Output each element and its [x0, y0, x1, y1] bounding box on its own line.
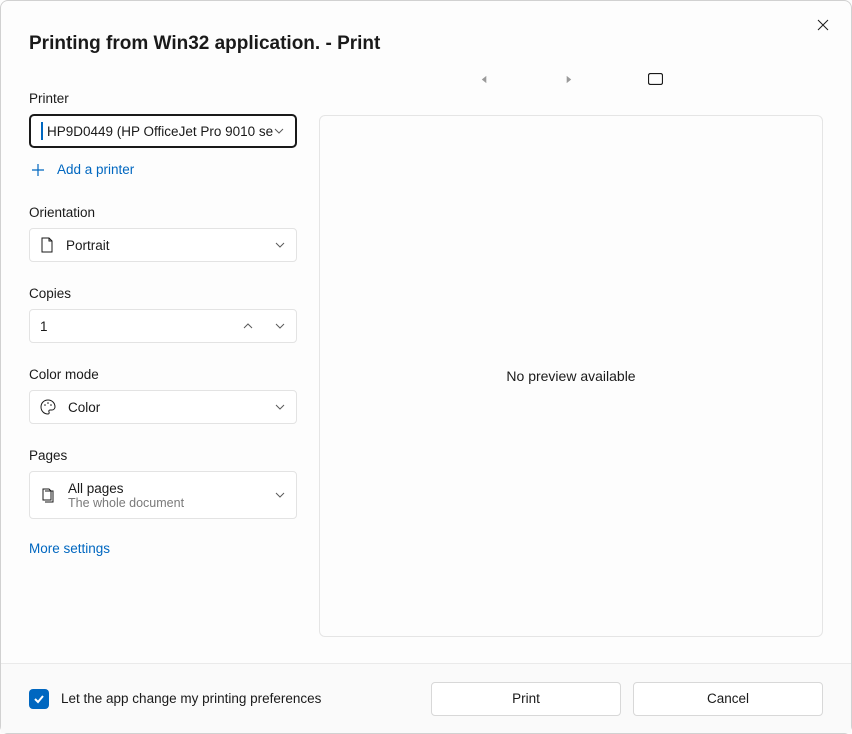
pages-icon	[40, 487, 54, 503]
check-icon	[33, 693, 45, 705]
color-mode-value: Color	[68, 400, 274, 415]
orientation-value: Portrait	[66, 238, 274, 253]
add-printer-label: Add a printer	[57, 162, 134, 177]
copies-value: 1	[40, 319, 242, 334]
print-button[interactable]: Print	[431, 682, 621, 716]
printer-selected-value: HP9D0449 (HP OfficeJet Pro 9010 se	[47, 124, 273, 139]
portrait-icon	[40, 237, 54, 253]
chevron-down-icon	[274, 401, 286, 413]
preview-panel: No preview available	[319, 55, 823, 663]
pages-label: Pages	[29, 448, 297, 463]
preview-next-button[interactable]	[564, 72, 578, 86]
preview-area: No preview available	[319, 115, 823, 637]
copies-label: Copies	[29, 286, 297, 301]
copies-spinner[interactable]: 1	[29, 309, 297, 343]
settings-panel: Printer HP9D0449 (HP OfficeJet Pro 9010 …	[29, 55, 297, 663]
add-printer-link[interactable]: Add a printer	[29, 158, 297, 181]
text-cursor	[41, 122, 43, 140]
pages-secondary: The whole document	[68, 496, 274, 510]
fit-page-icon	[648, 73, 663, 85]
pages-primary: All pages	[68, 481, 274, 496]
color-mode-label: Color mode	[29, 367, 297, 382]
printer-label: Printer	[29, 91, 297, 106]
preferences-checkbox[interactable]	[29, 689, 49, 709]
close-icon	[817, 19, 829, 31]
palette-icon	[40, 399, 56, 415]
plus-icon	[31, 163, 45, 177]
no-preview-text: No preview available	[506, 368, 635, 384]
chevron-down-icon[interactable]	[274, 320, 286, 332]
triangle-left-icon	[480, 75, 489, 84]
dialog-footer: Let the app change my printing preferenc…	[1, 663, 851, 733]
triangle-right-icon	[564, 75, 573, 84]
cancel-button[interactable]: Cancel	[633, 682, 823, 716]
orientation-label: Orientation	[29, 205, 297, 220]
dialog-title: Printing from Win32 application. - Print	[29, 33, 823, 55]
chevron-up-icon[interactable]	[242, 320, 254, 332]
preferences-checkbox-label: Let the app change my printing preferenc…	[61, 691, 419, 706]
chevron-down-icon	[274, 489, 286, 501]
pages-select[interactable]: All pages The whole document	[29, 471, 297, 519]
orientation-select[interactable]: Portrait	[29, 228, 297, 262]
preview-prev-button[interactable]	[480, 72, 494, 86]
color-mode-select[interactable]: Color	[29, 390, 297, 424]
chevron-down-icon	[274, 239, 286, 251]
preview-fit-button[interactable]	[648, 73, 663, 85]
printer-select[interactable]: HP9D0449 (HP OfficeJet Pro 9010 se	[29, 114, 297, 148]
close-button[interactable]	[809, 11, 837, 39]
more-settings-link[interactable]: More settings	[29, 541, 297, 556]
chevron-down-icon	[273, 125, 285, 137]
